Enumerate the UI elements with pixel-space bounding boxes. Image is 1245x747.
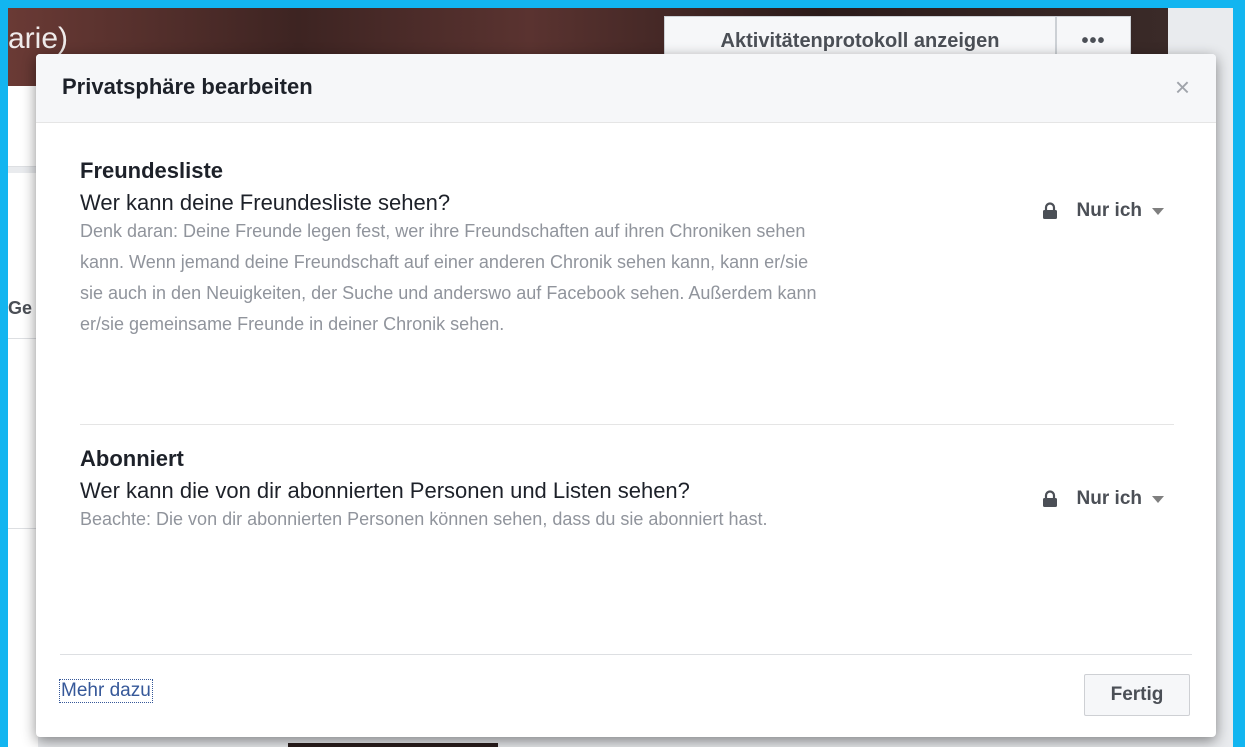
chevron-down-icon xyxy=(1152,495,1164,503)
background-image-fragment xyxy=(288,743,498,747)
profile-name: arie) xyxy=(8,22,69,55)
dialog-header: Privatsphäre bearbeiten × xyxy=(36,54,1216,123)
audience-selector[interactable]: Nur ich xyxy=(1041,488,1164,510)
friends-list-section: Freundesliste Wer kann deine Freundeslis… xyxy=(80,158,1174,340)
section-divider xyxy=(80,424,1174,425)
divider xyxy=(8,338,38,339)
privacy-note: Denk daran: Deine Freunde legen fest, we… xyxy=(80,221,817,334)
audience-selector[interactable]: Nur ich xyxy=(1041,200,1164,222)
section-title: Freundesliste xyxy=(80,158,224,183)
privacy-question: Wer kann die von dir abonnierten Persone… xyxy=(80,478,690,503)
privacy-question: Wer kann deine Freundesliste sehen? xyxy=(80,190,451,215)
audience-label: Nur ich xyxy=(1076,200,1142,221)
footer-divider xyxy=(60,654,1192,655)
done-button[interactable]: Fertig xyxy=(1084,674,1190,716)
divider xyxy=(8,528,38,529)
sidebar-heading-fragment: Ge xyxy=(8,298,33,318)
lock-icon xyxy=(1042,490,1057,507)
close-icon[interactable]: × xyxy=(1175,74,1190,100)
lock-icon xyxy=(1042,202,1057,219)
chevron-down-icon xyxy=(1152,207,1164,215)
audience-label: Nur ich xyxy=(1076,488,1142,509)
left-column xyxy=(8,173,38,747)
privacy-note: Beachte: Die von dir abonnierten Persone… xyxy=(80,509,768,529)
learn-more-link[interactable]: Mehr dazu xyxy=(59,679,153,703)
section-title: Abonniert xyxy=(80,446,184,471)
edit-privacy-dialog: Privatsphäre bearbeiten × Freundesliste … xyxy=(36,54,1216,737)
subscribed-section: Abonniert Wer kann die von dir abonniert… xyxy=(80,446,1174,535)
dialog-title: Privatsphäre bearbeiten xyxy=(62,74,313,99)
